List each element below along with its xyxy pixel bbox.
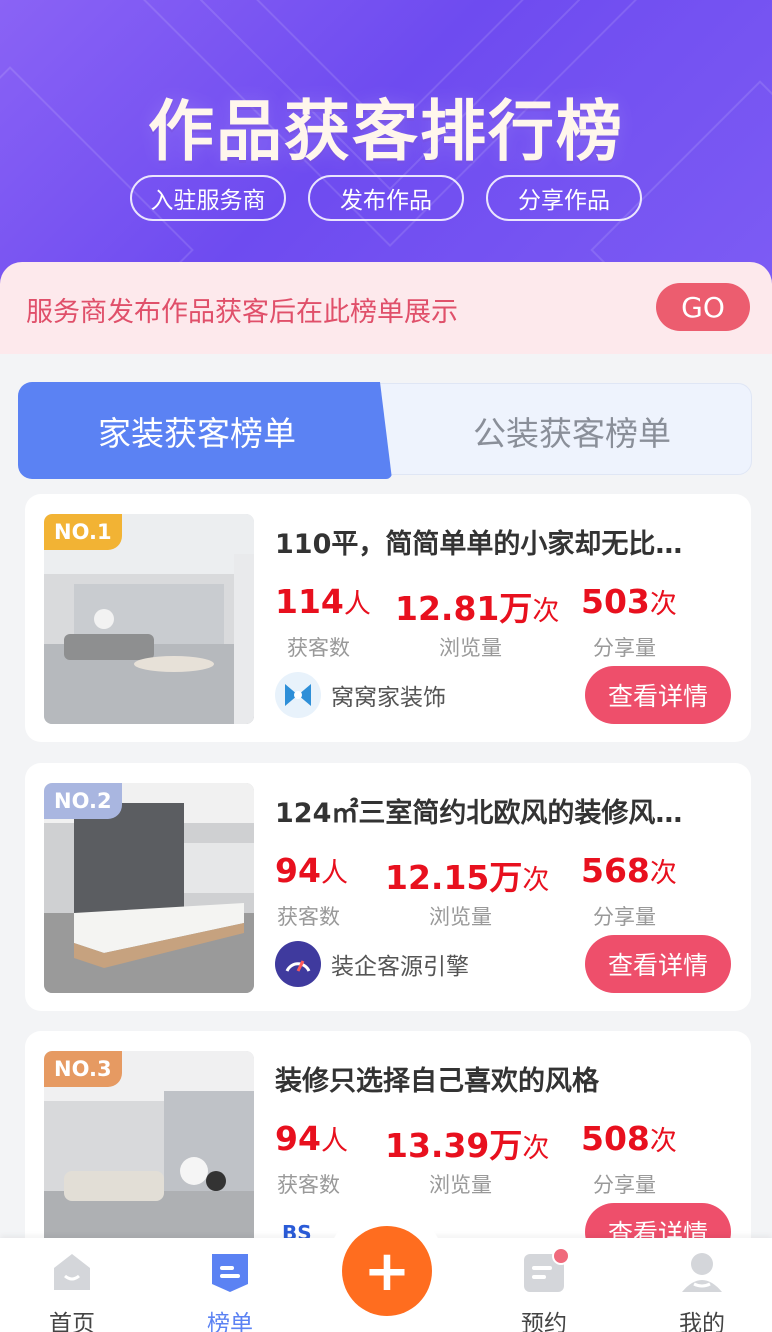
nav-mine-label: 我的 [679, 1311, 725, 1332]
nav-mine[interactable]: 我的 [652, 1250, 752, 1332]
join-provider-button[interactable]: 入驻服务商 [130, 175, 286, 221]
rank-card[interactable]: NO.2 124㎡三室简约北欧风的装修风… 94人 12.15万次 568次 获… [25, 763, 751, 1011]
work-thumbnail[interactable]: NO.2 [44, 783, 254, 993]
leads-value: 114人 [275, 582, 371, 621]
notification-dot [552, 1247, 570, 1265]
rank-badge: NO.1 [44, 514, 122, 550]
brand-row[interactable]: 装企客源引擎 [275, 941, 469, 987]
nav-booking-label: 预约 [521, 1311, 567, 1332]
shares-label: 分享量 [593, 1173, 656, 1197]
nav-ranking-label: 榜单 [207, 1311, 253, 1332]
user-icon [682, 1253, 722, 1292]
rank-badge: NO.3 [44, 1051, 122, 1087]
shares-value: 503次 [581, 582, 677, 621]
work-title[interactable]: 装修只选择自己喜欢的风格 [275, 1059, 735, 1098]
tab-office-decoration[interactable]: 公装获客榜单 [392, 388, 752, 474]
brand-name: 装企客源引擎 [331, 954, 469, 980]
page-title: 作品获客排行榜 [148, 93, 624, 170]
leads-label: 获客数 [287, 636, 350, 660]
shares-value: 568次 [581, 851, 677, 890]
hero-banner: 作品获客排行榜 入驻服务商 发布作品 分享作品 [0, 0, 772, 300]
views-label: 浏览量 [429, 1173, 492, 1197]
work-title[interactable]: 110平，简简单单的小家却无比… [275, 522, 735, 561]
views-value: 12.81万次 [395, 589, 560, 628]
leads-value: 94人 [275, 1119, 348, 1158]
leads-label: 获客数 [277, 1173, 340, 1197]
tab-home-decoration[interactable]: 家装获客榜单 [18, 382, 392, 479]
views-label: 浏览量 [439, 636, 502, 660]
nav-home[interactable]: 首页 [22, 1250, 122, 1332]
go-button[interactable]: GO [656, 283, 750, 331]
add-fab-button[interactable]: + [342, 1226, 432, 1316]
ranking-icon [212, 1254, 248, 1292]
home-icon [54, 1254, 90, 1290]
shares-value: 508次 [581, 1119, 677, 1158]
views-value: 13.39万次 [385, 1126, 550, 1165]
brand-logo-icon [275, 941, 321, 987]
views-label: 浏览量 [429, 905, 492, 929]
work-thumbnail[interactable]: NO.3 [44, 1051, 254, 1261]
brand-logo-icon [275, 672, 321, 718]
view-detail-button[interactable]: 查看详情 [585, 935, 731, 993]
share-work-button[interactable]: 分享作品 [486, 175, 642, 221]
publish-work-button[interactable]: 发布作品 [308, 175, 464, 221]
shares-label: 分享量 [593, 636, 656, 660]
rank-badge: NO.2 [44, 783, 122, 819]
leads-label: 获客数 [277, 905, 340, 929]
view-detail-button[interactable]: 查看详情 [585, 666, 731, 724]
brand-row[interactable]: 窝窝家装饰 [275, 672, 446, 718]
shares-label: 分享量 [593, 905, 656, 929]
nav-home-label: 首页 [49, 1311, 95, 1332]
leads-value: 94人 [275, 851, 348, 890]
views-value: 12.15万次 [385, 858, 550, 897]
brand-name: 窝窝家装饰 [331, 685, 446, 711]
nav-ranking[interactable]: 榜单 [180, 1250, 280, 1332]
nav-booking[interactable]: 预约 [494, 1250, 594, 1332]
notice-text: 服务商发布作品获客后在此榜单展示 [26, 297, 458, 328]
rank-card[interactable]: NO.1 110平，简简单单的小家却无比… 114人 12.81万次 503次 … [25, 494, 751, 742]
work-title[interactable]: 124㎡三室简约北欧风的装修风… [275, 791, 735, 830]
work-thumbnail[interactable]: NO.1 [44, 514, 254, 724]
